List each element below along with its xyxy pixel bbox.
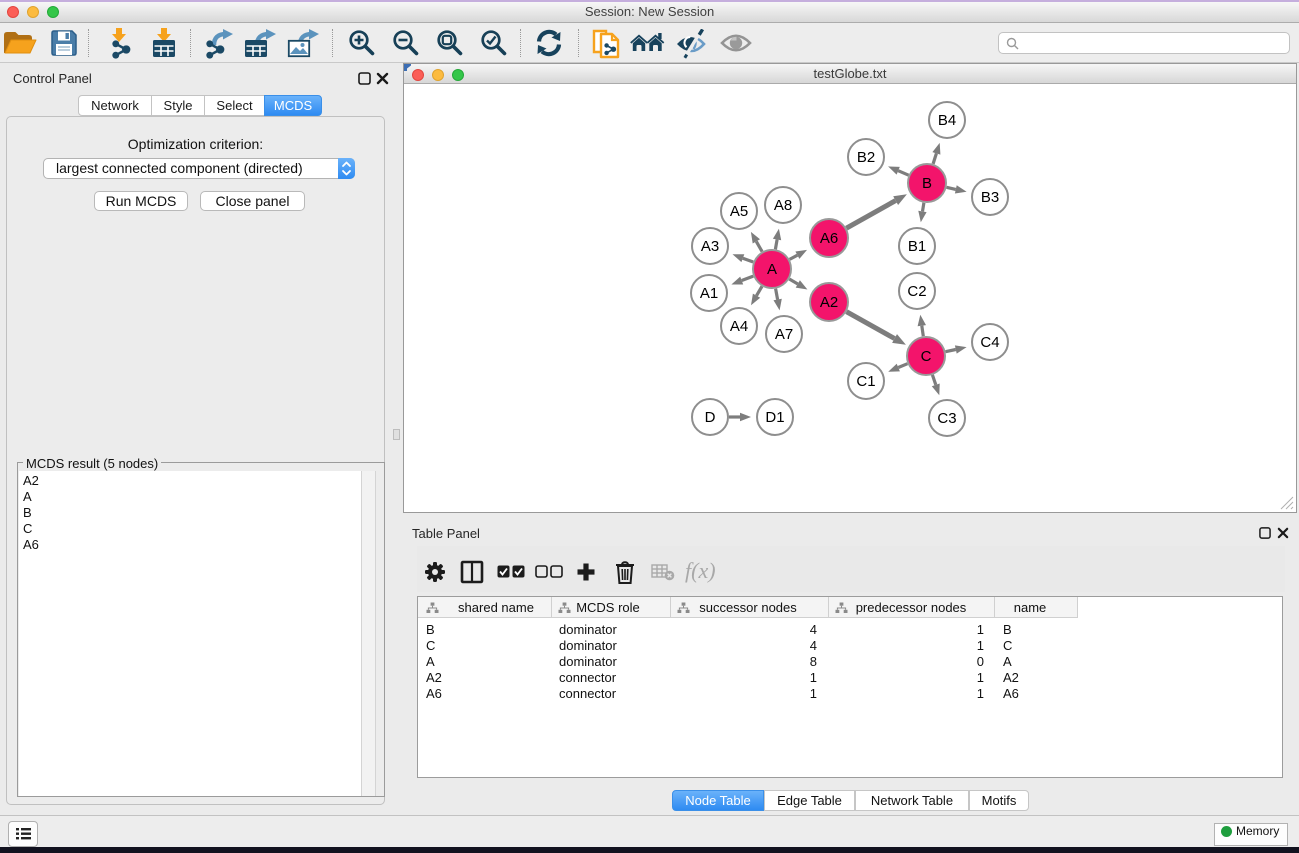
- svg-text:A2: A2: [820, 294, 838, 311]
- svg-text:B2: B2: [857, 149, 875, 166]
- svg-text:D1: D1: [765, 409, 784, 426]
- svg-text:A: A: [767, 261, 777, 278]
- svg-text:A4: A4: [730, 318, 748, 335]
- svg-text:B1: B1: [908, 238, 926, 255]
- svg-text:C3: C3: [937, 410, 956, 427]
- svg-text:C1: C1: [856, 373, 875, 390]
- svg-text:B4: B4: [938, 112, 956, 129]
- svg-text:A6: A6: [820, 230, 838, 247]
- svg-text:D: D: [705, 409, 716, 426]
- svg-text:C2: C2: [907, 283, 926, 300]
- svg-text:A1: A1: [700, 285, 718, 302]
- svg-text:A8: A8: [774, 197, 792, 214]
- svg-text:A7: A7: [775, 326, 793, 343]
- svg-text:A3: A3: [701, 238, 719, 255]
- svg-text:B: B: [922, 175, 932, 192]
- svg-text:B3: B3: [981, 189, 999, 206]
- svg-text:C4: C4: [980, 334, 999, 351]
- svg-text:A5: A5: [730, 203, 748, 220]
- svg-text:C: C: [921, 348, 932, 365]
